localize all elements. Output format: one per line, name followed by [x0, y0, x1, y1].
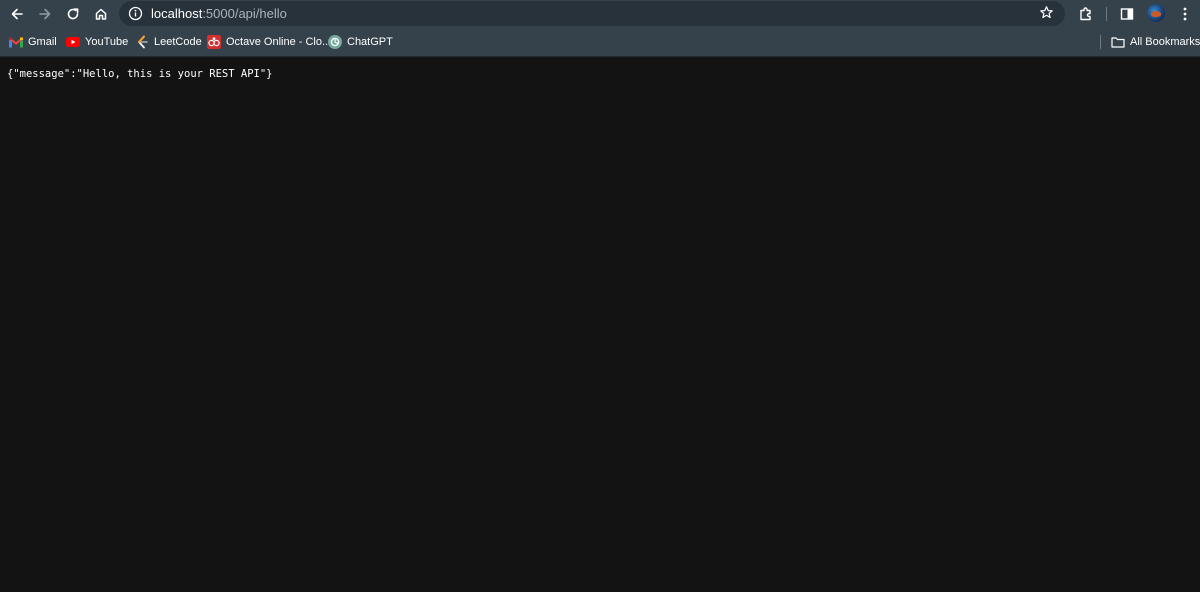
bookmarks-divider	[1100, 35, 1101, 49]
profile-avatar[interactable]	[1147, 4, 1165, 22]
bookmark-leetcode[interactable]: LeetCode	[135, 33, 202, 51]
gmail-icon	[9, 35, 23, 49]
leetcode-icon	[135, 35, 149, 49]
toolbar-divider	[1106, 7, 1107, 21]
url-path: :5000/api/hello	[202, 6, 287, 21]
url-host: localhost	[151, 6, 203, 21]
arrow-left-icon	[11, 8, 23, 20]
bookmark-label: Gmail	[28, 36, 57, 48]
bookmark-label: ChatGPT	[347, 36, 393, 48]
json-response-text: {"message":"Hello, this is your REST API…	[7, 68, 273, 80]
reload-icon	[67, 8, 79, 20]
bookmark-chatgpt[interactable]: ChatGPT	[328, 33, 393, 51]
side-panel-icon	[1120, 8, 1134, 20]
address-bar-url[interactable]: localhost:5000/api/hello	[151, 5, 287, 22]
bookmarks-bar: Gmail YouTube LeetCode Octave Online - C…	[0, 28, 1200, 57]
bookmark-youtube[interactable]: YouTube	[66, 33, 128, 51]
bookmark-octave-online[interactable]: Octave Online - Clo...	[207, 33, 331, 51]
reload-button[interactable]	[62, 3, 84, 25]
side-panel-button[interactable]	[1116, 3, 1138, 25]
forward-button[interactable]	[34, 3, 56, 25]
site-info-icon[interactable]	[128, 6, 143, 26]
more-vertical-icon	[1183, 7, 1187, 21]
bookmark-label: Octave Online - Clo...	[226, 36, 332, 48]
extensions-button[interactable]	[1075, 3, 1097, 25]
page-content: {"message":"Hello, this is your REST API…	[0, 57, 1200, 592]
home-icon	[95, 8, 107, 20]
folder-icon	[1111, 35, 1125, 49]
chatgpt-icon	[328, 35, 342, 49]
puzzle-icon	[1080, 7, 1091, 21]
all-bookmarks-label: All Bookmarks	[1130, 36, 1200, 48]
address-bar[interactable]: localhost:5000/api/hello	[119, 1, 1065, 26]
arrow-right-icon	[39, 8, 51, 20]
back-button[interactable]	[6, 3, 28, 25]
browser-menu-button[interactable]	[1174, 3, 1196, 25]
home-button[interactable]	[90, 3, 112, 25]
youtube-icon	[66, 35, 80, 49]
bookmark-label: YouTube	[85, 36, 129, 48]
bookmark-star-icon[interactable]	[1039, 5, 1054, 25]
bookmark-label: LeetCode	[154, 36, 202, 48]
all-bookmarks-button[interactable]: All Bookmarks	[1111, 33, 1200, 51]
browser-toolbar: localhost:5000/api/hello	[0, 0, 1200, 28]
octave-icon	[207, 35, 221, 49]
bookmark-gmail[interactable]: Gmail	[9, 33, 57, 51]
